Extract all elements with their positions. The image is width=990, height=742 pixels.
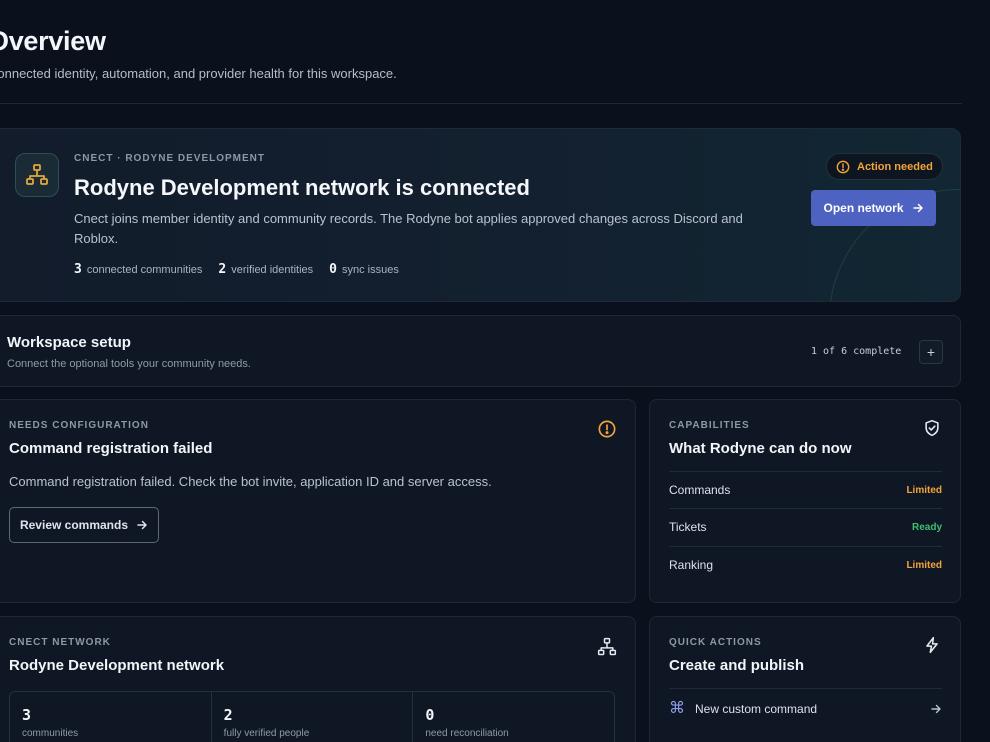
- stat-label: communities: [22, 728, 79, 739]
- quick-actions-card: QUICK ACTIONS Create and publish ⌘ New c…: [649, 616, 961, 742]
- stat-connected-communities: 3 connected communities: [74, 262, 203, 277]
- qa-eyebrow: QUICK ACTIONS: [669, 637, 762, 648]
- cmd-title: Command registration failed: [9, 440, 213, 457]
- setup-progress: 1 of 6 complete: [811, 346, 902, 357]
- stat-label: fully verified people: [223, 728, 310, 739]
- action-label: New custom command: [695, 701, 818, 716]
- hero-eyebrow: CNECT · RODYNE DEVELOPMENT: [74, 153, 266, 164]
- capability-label: Ranking: [669, 558, 714, 572]
- hero-description: Cnect joins member identity and communit…: [74, 211, 743, 246]
- capability-tickets: Tickets Ready: [669, 508, 942, 545]
- cmd-description: Command registration failed. Check the b…: [9, 474, 492, 489]
- net-eyebrow: CNECT NETWORK: [9, 637, 111, 648]
- cnect-network-card: CNECT NETWORK Rodyne Development network…: [0, 616, 636, 742]
- net-title: Rodyne Development network: [9, 657, 225, 674]
- stat-verified-identities: 2 verified identities: [218, 262, 314, 277]
- open-network-label: Open network: [823, 201, 904, 215]
- qa-title: Create and publish: [669, 657, 805, 674]
- command-registration-card: NEEDS CONFIGURATION Command registration…: [0, 399, 636, 603]
- new-custom-command-action[interactable]: ⌘ New custom command: [669, 688, 942, 728]
- network-icon: [597, 637, 617, 656]
- network-status-banner: CNECT · RODYNE DEVELOPMENT Rodyne Develo…: [0, 128, 961, 302]
- setup-subtitle: Connect the optional tools your communit…: [7, 358, 251, 370]
- capability-status: Ready: [911, 521, 942, 533]
- stat-reconciliation: 0 need reconciliation: [413, 692, 614, 742]
- capabilities-card: CAPABILITIES What Rodyne can do now Comm…: [649, 399, 961, 603]
- network-icon: [15, 153, 59, 197]
- warning-icon: [598, 420, 616, 438]
- arrow-right-icon: [137, 520, 147, 530]
- capability-label: Commands: [669, 483, 731, 497]
- capability-ranking: Ranking Limited: [669, 546, 942, 583]
- caps-eyebrow: CAPABILITIES: [669, 420, 750, 431]
- expand-setup-button[interactable]: +: [919, 340, 943, 364]
- caps-title: What Rodyne can do now: [669, 440, 852, 457]
- capability-commands: Commands Limited: [669, 471, 942, 508]
- stat-verified-people: 2 fully verified people: [212, 692, 414, 742]
- stat-label: need reconciliation: [425, 728, 509, 739]
- hero-stats: 3 connected communities 2 verified identit…: [74, 262, 399, 277]
- arrow-right-icon: [912, 203, 923, 213]
- page-title: Overview: [0, 26, 106, 56]
- hero-title: Rodyne Development network is connected: [74, 175, 530, 200]
- command-icon: ⌘: [669, 699, 685, 717]
- network-stats: 3 communities 2 fully verified people 0 …: [9, 691, 615, 742]
- arrow-right-icon: [931, 704, 941, 713]
- badge-label: Action needed: [857, 160, 933, 173]
- header-divider: [0, 103, 962, 104]
- page-subtitle: Connected identity, automation, and prov…: [0, 66, 397, 81]
- capability-status: Limited: [906, 559, 942, 571]
- setup-title: Workspace setup: [7, 334, 131, 351]
- review-commands-button[interactable]: Review commands: [9, 507, 159, 543]
- workspace-setup-panel: Workspace setup Connect the optional too…: [0, 315, 961, 387]
- capability-status: Limited: [906, 484, 942, 496]
- stat-communities: 3 communities: [10, 692, 212, 742]
- stat-value: 0: [425, 706, 435, 724]
- action-needed-badge: Action needed: [826, 153, 943, 180]
- stat-sync-issues: 0 sync issues: [329, 262, 399, 277]
- lightning-icon: [926, 636, 938, 654]
- shield-check-icon: [925, 419, 939, 437]
- alert-circle-icon: [836, 160, 850, 173]
- review-commands-label: Review commands: [19, 518, 129, 532]
- cmd-eyebrow: NEEDS CONFIGURATION: [9, 420, 149, 431]
- stat-value: 2: [223, 706, 233, 724]
- open-network-button[interactable]: Open network: [811, 190, 936, 226]
- stat-value: 3: [22, 706, 32, 724]
- capability-label: Tickets: [669, 520, 707, 534]
